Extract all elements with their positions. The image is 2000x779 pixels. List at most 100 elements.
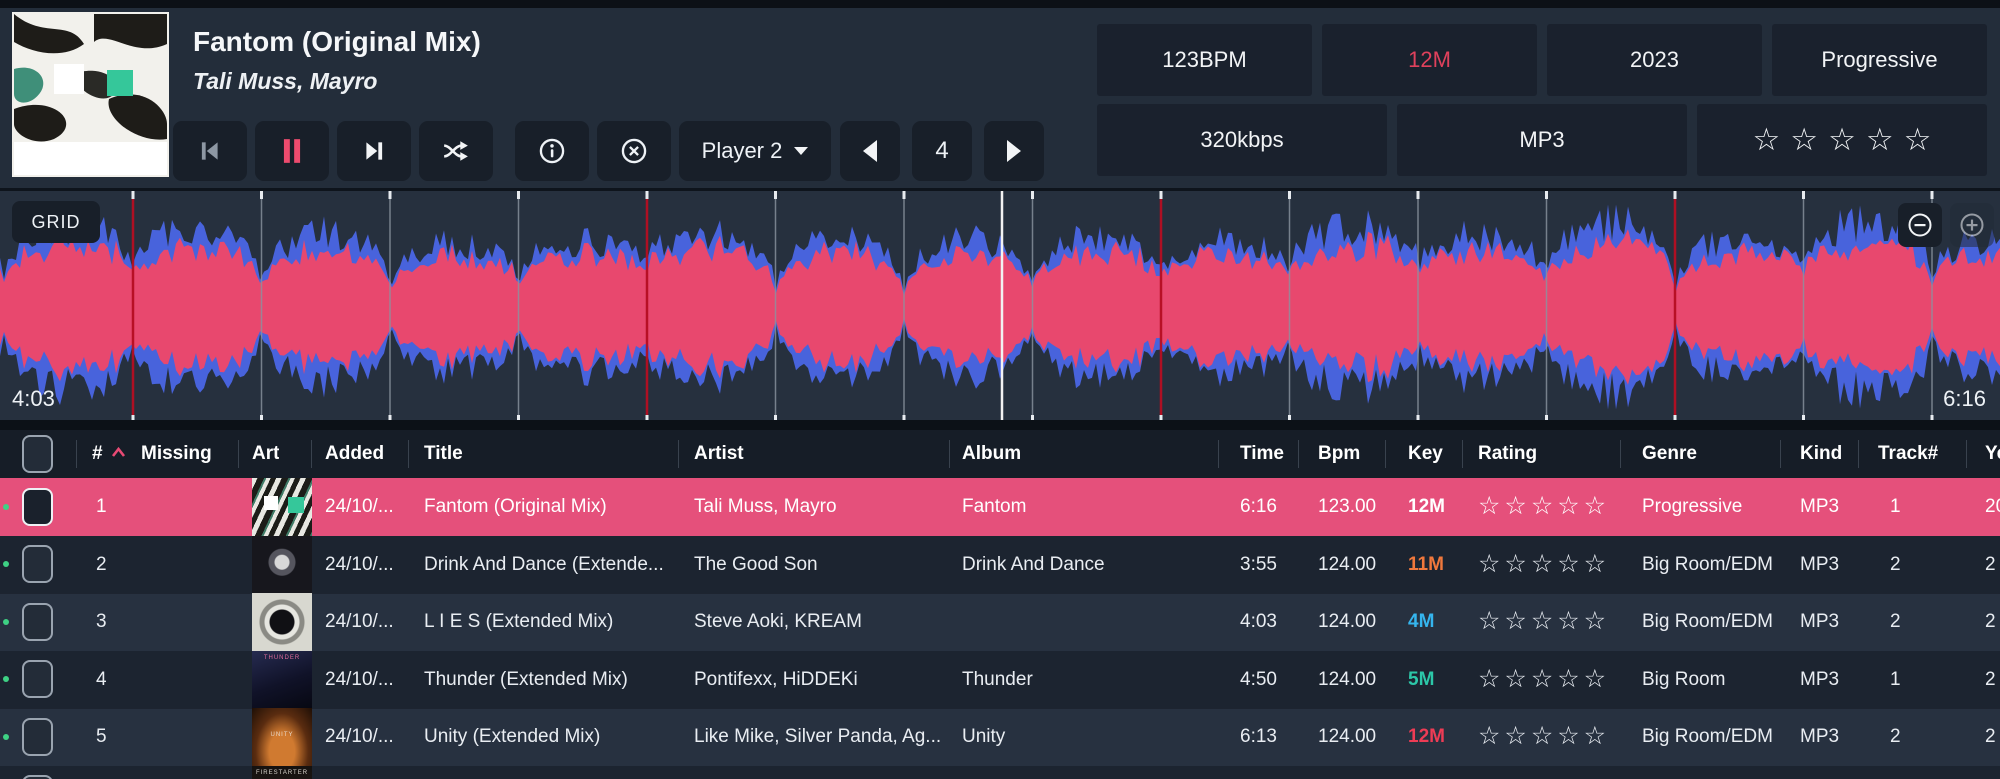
track-table-body: 1 24/10/... Fantom (Original Mix) Tali M… bbox=[0, 478, 2000, 779]
cell-added: 24/10/... bbox=[325, 726, 394, 747]
shuffle-icon bbox=[443, 141, 468, 161]
column-header-title[interactable]: Title bbox=[424, 430, 686, 478]
cell-key: 4M bbox=[1408, 611, 1435, 632]
cell-bpm: 124.00 bbox=[1318, 611, 1377, 632]
cell-track: 2 bbox=[1890, 726, 1901, 747]
sort-ascending-icon bbox=[111, 447, 126, 457]
row-checkbox[interactable] bbox=[22, 660, 53, 699]
pause-button[interactable] bbox=[255, 121, 329, 181]
row-checkbox[interactable] bbox=[22, 602, 53, 641]
next-track-button[interactable] bbox=[337, 121, 411, 181]
table-row[interactable]: 1 24/10/... Fantom (Original Mix) Tali M… bbox=[0, 478, 2000, 536]
page-next-button[interactable] bbox=[984, 121, 1044, 181]
cell-kind: MP3 bbox=[1800, 611, 1840, 632]
table-header-row: # Missing Art Added Title Artist Album T… bbox=[0, 430, 2000, 478]
rating-stars[interactable]: ☆☆☆☆☆ bbox=[1478, 478, 1638, 536]
table-row[interactable]: 5 UNITY 24/10/... Unity (Extended Mix) L… bbox=[0, 708, 2000, 766]
column-header-track[interactable]: Track# bbox=[1878, 430, 1963, 478]
row-checkbox[interactable] bbox=[22, 717, 53, 756]
cell-artist: The Good Son bbox=[694, 553, 818, 575]
eject-cancel-button[interactable] bbox=[597, 121, 671, 181]
column-header-art[interactable]: Art bbox=[252, 430, 279, 478]
cell-time: 6:13 bbox=[1240, 726, 1277, 747]
shuffle-button[interactable] bbox=[419, 121, 493, 181]
waveform-panel[interactable]: GRID 4:03 6:16 bbox=[0, 188, 2000, 423]
cell-album: Unity bbox=[962, 726, 1006, 747]
cell-year: 2 bbox=[1985, 553, 1996, 575]
cell-album: Thunder bbox=[962, 668, 1033, 690]
cell-title: Drink And Dance (Extende... bbox=[424, 553, 664, 575]
cell-bpm: 124.00 bbox=[1318, 553, 1377, 575]
column-header-missing[interactable]: Missing bbox=[141, 430, 231, 478]
cell-bpm: 124.00 bbox=[1318, 726, 1377, 747]
cell-kind: MP3 bbox=[1800, 496, 1840, 517]
art-label: FIRESTARTER bbox=[255, 769, 309, 776]
column-header-bpm[interactable]: Bpm bbox=[1318, 430, 1398, 478]
cell-track: 1 bbox=[1890, 496, 1901, 517]
cell-key: 12M bbox=[1408, 726, 1445, 747]
cell-added: 24/10/... bbox=[325, 496, 394, 517]
player-select-dropdown[interactable]: Player 2 bbox=[679, 121, 831, 181]
select-all-checkbox[interactable] bbox=[22, 435, 53, 473]
cell-bpm: 123.00 bbox=[1318, 496, 1377, 517]
cell-title: L I E S (Extended Mix) bbox=[424, 611, 614, 632]
rating-stars[interactable]: ☆☆☆☆☆ bbox=[1478, 766, 1638, 779]
row-checkbox[interactable] bbox=[22, 487, 53, 526]
art-label: UNITY bbox=[270, 732, 294, 739]
tag-genre[interactable]: Progressive bbox=[1772, 24, 1987, 96]
cell-genre: Big Room bbox=[1642, 668, 1726, 690]
rating-stars[interactable]: ☆☆☆☆☆ bbox=[1478, 708, 1638, 766]
cell-album: Drink And Dance bbox=[962, 553, 1105, 575]
tag-bpm[interactable]: 123BPM bbox=[1097, 24, 1312, 96]
column-header-rating[interactable]: Rating bbox=[1478, 430, 1638, 478]
arrow-left-icon bbox=[863, 140, 877, 162]
waveform-time-end: 6:16 bbox=[1943, 386, 1986, 411]
previous-track-button[interactable] bbox=[173, 121, 247, 181]
cell-kind: MP3 bbox=[1800, 553, 1840, 575]
column-header-genre[interactable]: Genre bbox=[1642, 430, 1792, 478]
cell-genre: Progressive bbox=[1642, 496, 1743, 517]
tag-key[interactable]: 12M bbox=[1322, 24, 1537, 96]
grid-button[interactable]: GRID bbox=[12, 201, 100, 243]
zoom-in-button[interactable] bbox=[1950, 203, 1994, 247]
cell-year: 2 bbox=[1985, 611, 1996, 632]
column-header-key[interactable]: Key bbox=[1408, 430, 1468, 478]
cell-number: 3 bbox=[96, 611, 107, 632]
row-checkbox[interactable] bbox=[22, 545, 53, 584]
cell-number: 5 bbox=[96, 726, 107, 747]
tag-kind[interactable]: MP3 bbox=[1397, 104, 1687, 176]
column-header-artist[interactable]: Artist bbox=[694, 430, 954, 478]
rating-stars[interactable]: ☆☆☆☆☆ bbox=[1478, 536, 1638, 594]
rating-stars[interactable]: ☆☆☆☆☆ bbox=[1478, 593, 1638, 651]
pause-icon bbox=[283, 139, 301, 163]
table-row[interactable]: 3 24/10/... L I E S (Extended Mix) Steve… bbox=[0, 593, 2000, 651]
cell-genre: Big Room/EDM bbox=[1642, 611, 1773, 632]
column-header-year[interactable]: Year bbox=[1985, 430, 2000, 478]
status-dot bbox=[3, 676, 9, 683]
column-header-added[interactable]: Added bbox=[325, 430, 415, 478]
cell-added: 24/10/... bbox=[325, 611, 394, 632]
zoom-out-button[interactable] bbox=[1898, 203, 1942, 247]
row-checkbox[interactable] bbox=[22, 775, 53, 779]
track-title: Fantom (Original Mix) bbox=[193, 26, 481, 57]
cell-title: Thunder (Extended Mix) bbox=[424, 668, 628, 690]
table-row[interactable]: FIRESTARTER ☆☆☆☆☆ bbox=[0, 765, 2000, 779]
cell-kind: MP3 bbox=[1800, 668, 1840, 690]
table-row[interactable]: 2 24/10/... Drink And Dance (Extende... … bbox=[0, 535, 2000, 594]
cell-time: 3:55 bbox=[1240, 553, 1277, 575]
column-header-time[interactable]: Time bbox=[1240, 430, 1310, 478]
tag-bitrate[interactable]: 320kbps bbox=[1097, 104, 1387, 176]
column-header-album[interactable]: Album bbox=[962, 430, 1212, 478]
tag-rating-stars[interactable]: ☆☆☆☆☆ bbox=[1697, 104, 1987, 176]
art-label: THUNDER bbox=[263, 654, 301, 661]
cell-number: 2 bbox=[96, 553, 107, 575]
table-row[interactable]: 4 THUNDER 24/10/... Thunder (Extended Mi… bbox=[0, 650, 2000, 709]
cancel-circle-icon bbox=[621, 138, 647, 164]
column-header-kind[interactable]: Kind bbox=[1800, 430, 1870, 478]
rating-stars[interactable]: ☆☆☆☆☆ bbox=[1478, 651, 1638, 709]
status-dot bbox=[3, 503, 9, 510]
tag-year[interactable]: 2023 bbox=[1547, 24, 1762, 96]
waveform-svg[interactable] bbox=[0, 191, 2000, 423]
info-button[interactable] bbox=[515, 121, 589, 181]
page-previous-button[interactable] bbox=[840, 121, 900, 181]
